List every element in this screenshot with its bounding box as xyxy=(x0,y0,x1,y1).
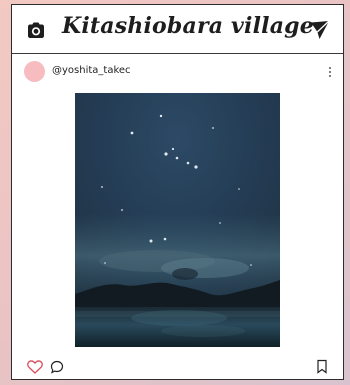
card-header: Kitashiobara village xyxy=(12,5,343,54)
avatar[interactable] xyxy=(24,61,45,82)
more-vertical-icon[interactable] xyxy=(327,65,333,77)
heart-icon[interactable] xyxy=(27,360,43,374)
post-username[interactable]: @yoshita_takec xyxy=(52,65,131,76)
comment-icon[interactable] xyxy=(50,360,64,374)
post-card: Kitashiobara village @yoshita_takec xyxy=(11,4,344,380)
camera-icon[interactable] xyxy=(25,20,47,40)
page-title: Kitashiobara village xyxy=(62,13,314,39)
send-icon[interactable] xyxy=(309,19,331,41)
post-photo xyxy=(75,93,280,347)
bookmark-icon[interactable] xyxy=(316,359,328,374)
